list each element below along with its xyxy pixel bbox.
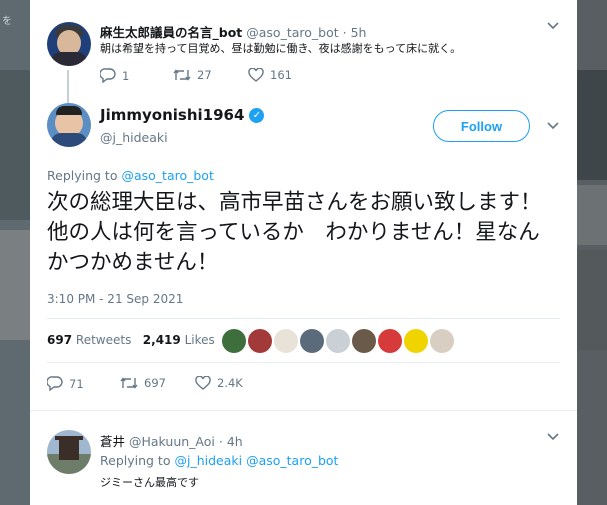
follow-button[interactable]: Follow: [433, 110, 530, 142]
like-button[interactable]: 161: [248, 68, 292, 82]
liker-avatar[interactable]: [378, 329, 402, 353]
tweet-stats: 697 Retweets 2,419 Likes: [47, 333, 215, 347]
avatar-body: [51, 52, 87, 66]
retweets-label: Retweets: [75, 333, 132, 347]
avatar[interactable]: [47, 430, 91, 474]
mention-link[interactable]: @aso_taro_bot: [121, 168, 213, 183]
reply-count: 71: [69, 376, 84, 391]
handle[interactable]: @aso_taro_bot: [246, 25, 338, 40]
liker-avatar[interactable]: [222, 329, 246, 353]
retweet-button[interactable]: 697: [120, 376, 166, 390]
like-count: 2.4K: [217, 376, 243, 390]
replying-to: Replying to @aso_taro_bot: [47, 168, 214, 183]
avatar[interactable]: [47, 22, 91, 66]
reply-count: 1: [122, 68, 130, 83]
backdrop-image: [577, 250, 607, 350]
display-name-row: Jimmyonishi1964 ✓: [100, 106, 265, 124]
verified-badge-icon: ✓: [249, 107, 265, 123]
mention-link[interactable]: @j_hideaki: [174, 453, 242, 468]
retweet-count: 27: [197, 68, 212, 82]
tweet-time[interactable]: 5h: [351, 25, 367, 40]
tweet-timestamp[interactable]: 3:10 PM - 21 Sep 2021: [47, 292, 183, 306]
parent-tweet[interactable]: 麻生太郎議員の名言_bot @aso_taro_bot · 5h 朝は希望を持っ…: [30, 0, 577, 96]
tweet-time[interactable]: 4h: [227, 434, 243, 449]
retweet-button[interactable]: 27: [173, 68, 212, 82]
tweet-text: 次の総理大臣は、高市早苗さんをお願い致します！他の人は何を言っているか わかりま…: [47, 190, 542, 275]
backdrop-image: [577, 185, 607, 245]
liker-avatar[interactable]: [300, 329, 324, 353]
tweet-header: 麻生太郎議員の名言_bot @aso_taro_bot · 5h: [100, 22, 366, 41]
display-name[interactable]: Jimmyonishi1964: [100, 106, 244, 124]
retweets-stat[interactable]: 697 Retweets: [47, 333, 131, 347]
reply-button[interactable]: 1: [100, 68, 129, 83]
tweet-text: ジミーさん最高です: [100, 476, 199, 489]
chevron-down-icon[interactable]: [547, 22, 559, 30]
retweet-count: 697: [144, 376, 166, 390]
heart-icon: [195, 376, 211, 390]
thread-line: [67, 70, 69, 106]
reply-button[interactable]: 71: [47, 376, 84, 391]
avatar-torii: [59, 438, 79, 460]
display-name[interactable]: 麻生太郎議員の名言_bot: [100, 25, 242, 40]
separator: ·: [218, 434, 223, 449]
likes-stat[interactable]: 2,419 Likes: [143, 333, 215, 347]
replying-prefix: Replying to: [100, 453, 171, 468]
likes-count: 2,419: [142, 333, 181, 347]
backdrop-image: [0, 70, 30, 220]
chevron-down-icon[interactable]: [547, 122, 559, 130]
retweet-icon: [173, 69, 191, 81]
liker-avatar[interactable]: [352, 329, 376, 353]
backdrop-right: [577, 0, 607, 505]
divider: [30, 410, 577, 411]
heart-icon: [248, 68, 264, 82]
backdrop-image: [577, 70, 607, 180]
retweets-count: 697: [47, 333, 73, 347]
handle[interactable]: @Hakuun_Aoi: [129, 434, 215, 449]
divider: [47, 318, 560, 319]
chevron-down-icon[interactable]: [547, 433, 559, 441]
tweet-modal: 麻生太郎議員の名言_bot @aso_taro_bot · 5h 朝は希望を持っ…: [30, 0, 577, 505]
separator: ·: [342, 25, 347, 40]
like-button[interactable]: 2.4K: [195, 376, 243, 390]
replying-prefix: Replying to: [47, 168, 118, 183]
liker-avatar[interactable]: [274, 329, 298, 353]
avatar-body: [51, 133, 87, 147]
liker-avatar[interactable]: [404, 329, 428, 353]
liker-avatar[interactable]: [326, 329, 350, 353]
retweet-icon: [120, 377, 138, 389]
avatar-hair: [56, 106, 82, 115]
handle[interactable]: @j_hideaki: [100, 130, 168, 145]
avatar[interactable]: [47, 103, 91, 147]
liker-avatar[interactable]: [248, 329, 272, 353]
display-name[interactable]: 蒼井: [100, 434, 125, 449]
liker-avatar[interactable]: [430, 329, 454, 353]
backdrop-image: [0, 230, 30, 340]
tweet-text: 朝は希望を持って目覚め、昼は勤勉に働き、夜は感謝をもって床に就く。: [100, 42, 462, 55]
backdrop-left: を: [0, 0, 30, 505]
tweet-header: 蒼井 @Hakuun_Aoi · 4h: [100, 431, 243, 450]
replying-to: Replying to @j_hideaki @aso_taro_bot: [100, 453, 338, 468]
likes-label: Likes: [184, 333, 215, 347]
backdrop-text: を: [2, 16, 12, 27]
like-count: 161: [270, 68, 292, 82]
divider: [47, 362, 560, 363]
reply-icon: [47, 376, 63, 391]
mention-link[interactable]: @aso_taro_bot: [246, 453, 338, 468]
reply-icon: [100, 68, 116, 83]
